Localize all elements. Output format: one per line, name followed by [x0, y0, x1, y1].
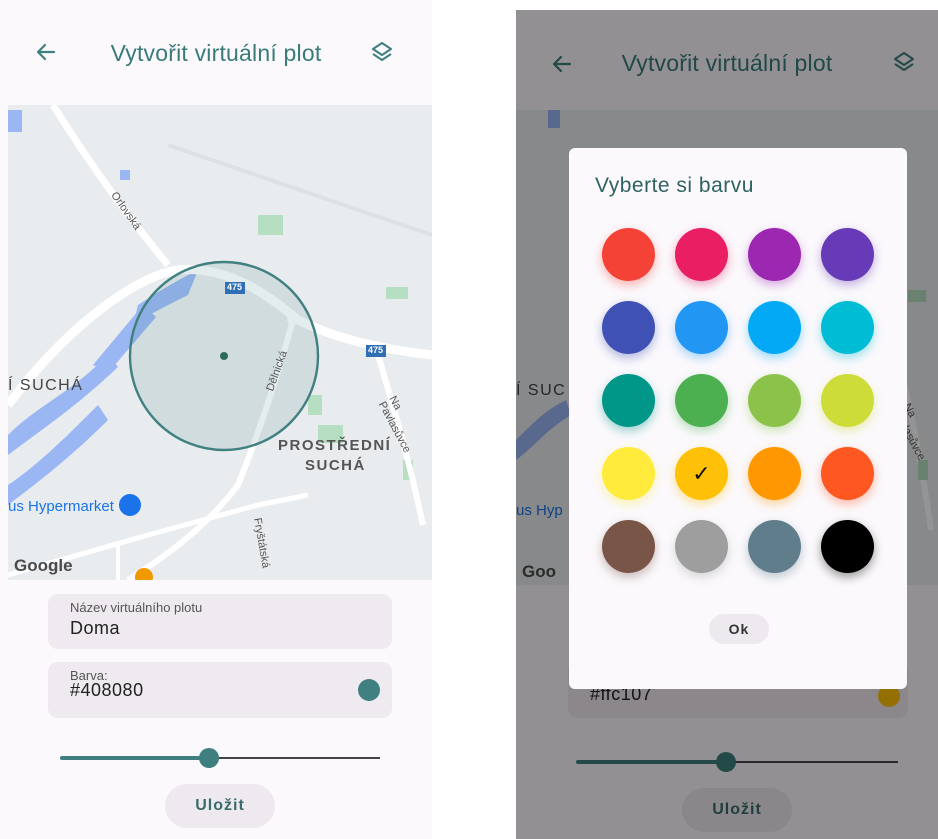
fence-name-field[interactable]: Název virtuálního plotu Doma [48, 594, 392, 649]
map-label-area: SUCHÁ [305, 457, 366, 474]
color-field-value: #408080 [70, 680, 144, 700]
layers-icon[interactable] [370, 40, 394, 64]
map-label-area: Í SUCHÁ [8, 377, 84, 394]
color-swatch-option[interactable] [821, 228, 874, 281]
color-swatch-option[interactable] [821, 301, 874, 354]
color-swatch-option[interactable] [748, 374, 801, 427]
color-picker-dialog: Vyberte si barvu ✓ Ok [569, 148, 907, 689]
save-button[interactable]: Uložit [165, 784, 275, 828]
color-swatch-option[interactable] [675, 520, 728, 573]
slider-track-active [60, 756, 210, 760]
color-swatch-option[interactable] [602, 301, 655, 354]
color-swatch-option[interactable] [675, 374, 728, 427]
ok-button[interactable]: Ok [709, 614, 769, 644]
color-swatch-option[interactable]: ✓ [675, 447, 728, 500]
color-picker-screen: Vytvořit virtuální plot Í SUC us Hyp Goo… [516, 10, 938, 839]
route-shield: 475 [368, 345, 384, 355]
color-swatch-option[interactable] [821, 447, 874, 500]
route-shield: 475 [227, 282, 243, 292]
slider-track-inactive [210, 757, 380, 759]
page-title: Vytvořit virtuální plot [110, 40, 322, 66]
color-swatch-option[interactable] [675, 228, 728, 281]
color-swatch-option[interactable] [821, 520, 874, 573]
fence-name-label: Název virtuálního plotu [70, 600, 203, 615]
color-swatch-option[interactable] [602, 374, 655, 427]
map-label-area: PROSTŘEDNÍ [278, 437, 392, 454]
color-swatch[interactable] [358, 679, 380, 701]
fence-editor-screen: Vytvořit virtuální plot Í SUCHÁ PROSTŘED… [0, 0, 432, 839]
radius-slider[interactable] [60, 748, 380, 768]
slider-thumb[interactable] [199, 748, 219, 768]
color-swatch-option[interactable] [821, 374, 874, 427]
map-poi-label: us Hypermarket [8, 498, 114, 515]
color-swatch-option[interactable] [602, 447, 655, 500]
color-swatch-option[interactable] [748, 520, 801, 573]
color-swatch-option[interactable] [675, 301, 728, 354]
check-icon: ✓ [692, 461, 711, 486]
color-swatch-option[interactable] [748, 301, 801, 354]
dialog-title: Vyberte si barvu [595, 174, 754, 197]
google-logo: Google [14, 556, 73, 575]
color-swatch-option[interactable] [602, 228, 655, 281]
color-field[interactable]: Barva: #408080 [48, 662, 392, 718]
color-swatch-option[interactable] [748, 228, 801, 281]
map-view[interactable]: Í SUCHÁ PROSTŘEDNÍ SUCHÁ Orlovská Dělnic… [8, 105, 432, 580]
color-swatch-option[interactable] [602, 520, 655, 573]
app-bar: Vytvořit virtuální plot [0, 0, 432, 105]
color-swatch-option[interactable] [748, 447, 801, 500]
fence-name-value: Doma [70, 618, 121, 638]
